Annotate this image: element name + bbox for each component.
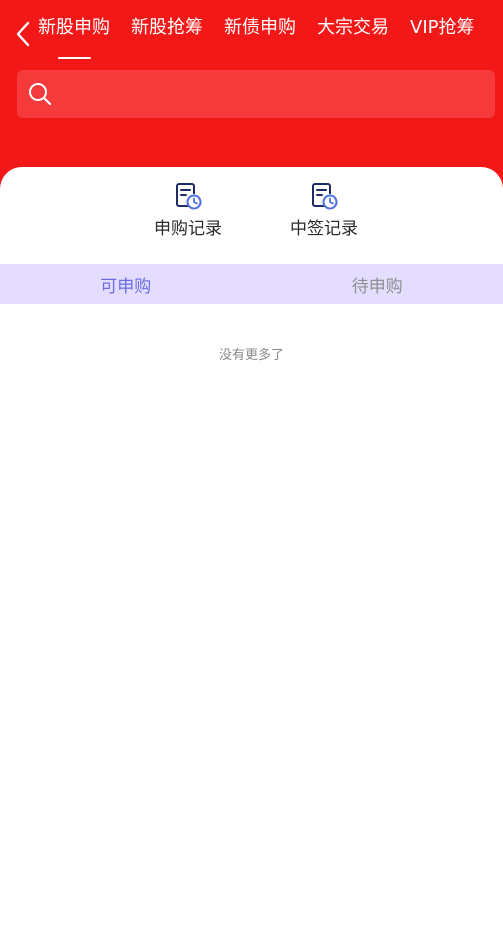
tab-pending[interactable]: 待申购 [252, 264, 503, 304]
tab-label: 大宗交易 [317, 17, 389, 38]
tab-new-bond-subscribe[interactable]: 新债申购 [224, 0, 296, 60]
tab-block-trade[interactable]: 大宗交易 [317, 0, 389, 60]
tab-label: 新股申购 [38, 17, 110, 38]
back-button[interactable] [10, 18, 36, 50]
content-panel: 申购记录 中签记录 可申购 待申购 没有更多了 [0, 167, 503, 945]
record-clock-icon [176, 183, 202, 210]
top-tabs: 新股申购 新股抢筹 新债申购 大宗交易 VIP抢筹 [38, 0, 503, 60]
active-tab-indicator [58, 57, 91, 59]
tab-new-stock-subscribe[interactable]: 新股申购 [38, 0, 110, 60]
tab-new-stock-rush[interactable]: 新股抢筹 [131, 0, 203, 60]
tab-vip-rush[interactable]: VIP抢筹 [410, 0, 474, 60]
search-input[interactable] [67, 70, 491, 120]
header-bar: 新股申购 新股抢筹 新债申购 大宗交易 VIP抢筹 [0, 0, 503, 190]
sub-tabs: 可申购 待申购 [0, 264, 503, 304]
search-icon [29, 83, 52, 106]
tab-available[interactable]: 可申购 [0, 264, 252, 304]
quick-link-label: 中签记录 [290, 219, 358, 239]
record-clock-icon [312, 183, 338, 210]
tab-label: VIP抢筹 [410, 17, 475, 38]
tab-label: 新股抢筹 [131, 17, 203, 38]
quick-link-label: 申购记录 [154, 219, 222, 239]
winning-records-button[interactable]: 中签记录 [274, 181, 374, 239]
no-more-text: 没有更多了 [218, 348, 284, 363]
search-box[interactable] [17, 70, 495, 120]
chevron-left-icon [16, 21, 30, 47]
subscription-records-button[interactable]: 申购记录 [138, 181, 238, 239]
tab-label: 新债申购 [224, 17, 296, 38]
